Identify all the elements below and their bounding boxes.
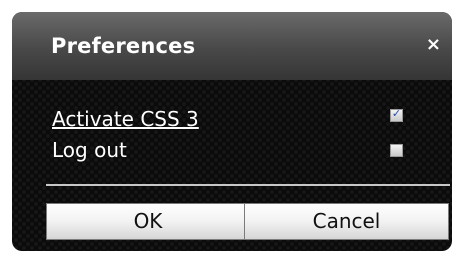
activate-css3-link[interactable]: Activate CSS 3 [52,107,199,131]
log-out-label: Log out [52,138,127,162]
activate-css3-checkbox[interactable]: ✓ [390,107,403,122]
close-icon[interactable]: × [426,34,441,55]
log-out-checkbox[interactable] [390,144,403,157]
checkmark-icon: ✓ [391,107,402,120]
dialog-title: Preferences [51,34,196,58]
cancel-button[interactable]: Cancel [244,203,449,240]
preferences-dialog: Preferences × Activate CSS 3 ✓ Log out O… [12,12,452,251]
dialog-titlebar: Preferences × [12,12,452,80]
option-log-out: Log out [52,138,127,162]
ok-button[interactable]: OK [46,203,250,240]
divider [46,184,450,186]
option-activate-css3: Activate CSS 3 [52,107,199,131]
